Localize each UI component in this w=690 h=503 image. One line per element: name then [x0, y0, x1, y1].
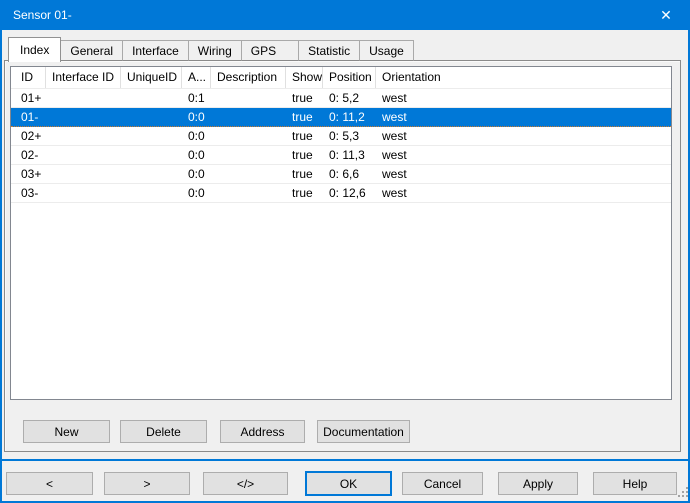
cell-description: [211, 108, 286, 126]
tab-bar: Index General Interface Wiring GPS Stati…: [8, 37, 414, 61]
column-header-address[interactable]: A...: [182, 67, 211, 88]
cell-position: 0: 12,6: [323, 184, 376, 202]
column-header-uniqueid[interactable]: UniqueID: [121, 67, 182, 88]
cell-orientation: west: [376, 146, 671, 164]
table-row[interactable]: 03- 0:0 true 0: 12,6 west: [11, 184, 671, 203]
cell-interface-id: [46, 146, 121, 164]
cell-position: 0: 6,6: [323, 165, 376, 183]
tab-gps[interactable]: GPS: [242, 40, 299, 61]
cell-show: true: [286, 89, 323, 107]
cell-interface-id: [46, 165, 121, 183]
cell-uniqueid: [121, 184, 182, 202]
cell-description: [211, 184, 286, 202]
cell-uniqueid: [121, 127, 182, 145]
table-row[interactable]: 02+ 0:0 true 0: 5,3 west: [11, 127, 671, 146]
cell-orientation: west: [376, 165, 671, 183]
cell-orientation: west: [376, 89, 671, 107]
index-table: ID Interface ID UniqueID A... Descriptio…: [10, 66, 672, 400]
cell-id: 02-: [11, 146, 46, 164]
cell-show: true: [286, 108, 323, 126]
cell-orientation: west: [376, 127, 671, 145]
cell-description: [211, 89, 286, 107]
column-header-id[interactable]: ID: [11, 67, 46, 88]
table-row[interactable]: 01+ 0:1 true 0: 5,2 west: [11, 89, 671, 108]
tab-statistic[interactable]: Statistic: [299, 40, 360, 61]
help-button[interactable]: Help: [593, 472, 677, 495]
cell-uniqueid: [121, 165, 182, 183]
column-header-interface-id[interactable]: Interface ID: [46, 67, 121, 88]
sensor-dialog: Sensor 01- ✕ Index General Interface Wir…: [0, 0, 690, 503]
cell-orientation: west: [376, 108, 671, 126]
cell-show: true: [286, 127, 323, 145]
table-row-selected[interactable]: 01- 0:0 true 0: 11,2 west: [11, 108, 671, 127]
cell-address: 0:0: [182, 165, 211, 183]
cell-id: 03+: [11, 165, 46, 183]
cell-address: 0:0: [182, 146, 211, 164]
ok-button[interactable]: OK: [305, 471, 392, 496]
cancel-button[interactable]: Cancel: [402, 472, 483, 495]
tab-wiring[interactable]: Wiring: [189, 40, 242, 61]
bottom-separator: [0, 459, 690, 461]
cell-description: [211, 127, 286, 145]
cell-description: [211, 146, 286, 164]
next-button[interactable]: >: [104, 472, 190, 495]
new-button[interactable]: New: [23, 420, 110, 443]
cell-interface-id: [46, 127, 121, 145]
documentation-button[interactable]: Documentation: [317, 420, 410, 443]
cell-address: 0:0: [182, 184, 211, 202]
cell-interface-id: [46, 89, 121, 107]
cell-show: true: [286, 146, 323, 164]
cell-id: 01-: [11, 108, 46, 126]
code-button[interactable]: </>: [203, 472, 288, 495]
cell-uniqueid: [121, 108, 182, 126]
cell-show: true: [286, 165, 323, 183]
cell-id: 02+: [11, 127, 46, 145]
column-header-orientation[interactable]: Orientation: [376, 67, 671, 88]
column-header-position[interactable]: Position: [323, 67, 376, 88]
tab-index[interactable]: Index: [8, 37, 61, 62]
previous-button[interactable]: <: [6, 472, 93, 495]
address-button[interactable]: Address: [220, 420, 305, 443]
cell-uniqueid: [121, 146, 182, 164]
cell-position: 0: 11,3: [323, 146, 376, 164]
close-icon[interactable]: ✕: [644, 0, 688, 30]
table-row[interactable]: 02- 0:0 true 0: 11,3 west: [11, 146, 671, 165]
cell-interface-id: [46, 184, 121, 202]
cell-position: 0: 11,2: [323, 108, 376, 126]
cell-orientation: west: [376, 184, 671, 202]
resize-grip-icon[interactable]: [678, 487, 680, 489]
cell-id: 03-: [11, 184, 46, 202]
cell-interface-id: [46, 108, 121, 126]
window-title: Sensor 01-: [13, 8, 72, 22]
delete-button[interactable]: Delete: [120, 420, 207, 443]
cell-description: [211, 165, 286, 183]
tab-interface[interactable]: Interface: [123, 40, 189, 61]
column-header-description[interactable]: Description: [211, 67, 286, 88]
apply-button[interactable]: Apply: [498, 472, 578, 495]
title-bar: Sensor 01- ✕: [0, 0, 690, 30]
cell-address: 0:0: [182, 108, 211, 126]
table-row[interactable]: 03+ 0:0 true 0: 6,6 west: [11, 165, 671, 184]
cell-show: true: [286, 184, 323, 202]
tab-general[interactable]: General: [61, 40, 123, 61]
tab-usage[interactable]: Usage: [360, 40, 414, 61]
table-header-row: ID Interface ID UniqueID A... Descriptio…: [11, 67, 671, 89]
cell-position: 0: 5,2: [323, 89, 376, 107]
cell-address: 0:1: [182, 89, 211, 107]
column-header-show[interactable]: Show: [286, 67, 323, 88]
cell-address: 0:0: [182, 127, 211, 145]
cell-id: 01+: [11, 89, 46, 107]
cell-uniqueid: [121, 89, 182, 107]
cell-position: 0: 5,3: [323, 127, 376, 145]
